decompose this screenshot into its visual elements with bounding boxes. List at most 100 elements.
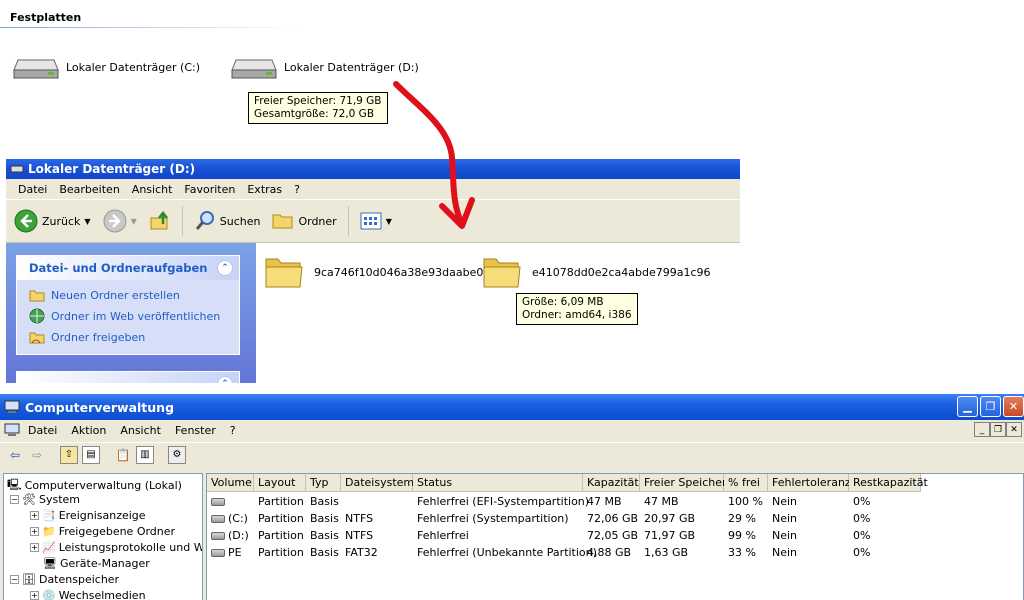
- expand-icon[interactable]: +: [30, 527, 39, 536]
- computer-icon[interactable]: [4, 423, 20, 437]
- collapse-icon[interactable]: −: [10, 575, 19, 584]
- chevron-down-icon[interactable]: ▼: [131, 217, 137, 226]
- close-button[interactable]: ✕: [1003, 396, 1024, 417]
- table-row[interactable]: (C:) Partition Basis NTFS Fehlerfrei (System…: [207, 512, 1023, 528]
- task-new-folder[interactable]: Neuen Ordner erstellen: [17, 285, 239, 305]
- tooltip-size: Größe: 6,09 MB: [522, 296, 604, 308]
- tree-label: Leistungsprotokolle und War: [58, 541, 203, 554]
- console-tree: 🖳 Computerverwaltung (Lokal) − 🛠 System …: [3, 473, 203, 600]
- tree-label: Datenspeicher: [38, 573, 120, 586]
- column-header[interactable]: Kapazität: [583, 474, 640, 492]
- explorer-title: Lokaler Datenträger (D:): [28, 162, 196, 176]
- help-panel-icon[interactable]: ▥: [136, 445, 154, 464]
- cm-menu-bar: Datei Aktion Ansicht Fenster ?: [0, 420, 1024, 440]
- forward-arrow-icon[interactable]: ⇨: [28, 446, 46, 464]
- computer-icon: [4, 400, 20, 413]
- task-publish-web[interactable]: Ordner im Web veröffentlichen: [17, 305, 239, 327]
- tree-item-event-viewer[interactable]: + 📑 Ereignisanzeige: [30, 509, 146, 522]
- column-header[interactable]: Restkapazität: [849, 474, 928, 492]
- tree-item-shared-folders[interactable]: + 📁 Freigegebene Ordner: [30, 525, 175, 538]
- collapse-icon[interactable]: ⌃: [217, 260, 233, 276]
- menu-fenster[interactable]: Fenster: [169, 424, 222, 437]
- task-label: Neuen Ordner erstellen: [51, 288, 180, 302]
- mdi-close-button[interactable]: ✕: [1006, 422, 1022, 437]
- properties-icon[interactable]: 📋: [114, 446, 132, 464]
- table-cell: [207, 495, 228, 508]
- tasks-header[interactable]: Datei- und Ordneraufgaben ⌃: [17, 256, 239, 280]
- tree-item-performance-logs[interactable]: + 📈 Leistungsprotokolle und War: [30, 541, 203, 554]
- expand-icon[interactable]: +: [30, 591, 39, 600]
- collapse-icon[interactable]: ⌃: [217, 376, 233, 383]
- folders-button[interactable]: Ordner: [268, 209, 340, 233]
- up-folder-icon: [150, 210, 168, 230]
- menu-ansicht[interactable]: Ansicht: [126, 183, 179, 196]
- tree-item-removable-media[interactable]: + 💿 Wechselmedien: [30, 589, 146, 600]
- table-row[interactable]: Partition Basis Fehlerfrei (EFI-Systempart…: [207, 495, 1023, 511]
- table-cell: 100 %: [728, 495, 763, 508]
- folder-item[interactable]: e41078dd0e2ca4abde799a1c96: [482, 253, 711, 291]
- table-row[interactable]: (D:) Partition Basis NTFS Fehlerfrei 72,05 GB…: [207, 529, 1023, 545]
- settings-icon[interactable]: ⚙: [168, 445, 186, 464]
- cm-title-bar[interactable]: Computerverwaltung: [0, 394, 1024, 420]
- mdi-restore-button[interactable]: ❐: [990, 422, 1006, 437]
- up-folder-button[interactable]: [145, 208, 175, 234]
- column-header[interactable]: Dateisystem: [341, 474, 414, 492]
- task-label: Ordner freigeben: [51, 330, 146, 344]
- menu-help[interactable]: ?: [288, 183, 306, 196]
- separator: [50, 446, 56, 464]
- tree-item-system[interactable]: − 🛠 System: [10, 493, 80, 506]
- menu-extras[interactable]: Extras: [241, 183, 288, 196]
- folder-name: 9ca746f10d046a38e93daabe08: [314, 265, 491, 279]
- menu-ansicht[interactable]: Ansicht: [114, 424, 167, 437]
- table-cell: Fehlerfrei: [417, 529, 469, 542]
- folder-item[interactable]: 9ca746f10d046a38e93daabe08: [264, 253, 490, 291]
- annotation-arrow: [393, 81, 475, 229]
- menu-favoriten[interactable]: Favoriten: [178, 183, 241, 196]
- explorer-title-bar[interactable]: Lokaler Datenträger (D:): [6, 159, 740, 179]
- search-button[interactable]: Suchen: [190, 208, 265, 234]
- other-places-header[interactable]: ⌃: [17, 372, 239, 383]
- column-header[interactable]: Layout: [254, 474, 306, 492]
- menu-datei[interactable]: Datei: [22, 424, 63, 437]
- column-header[interactable]: Status: [413, 474, 583, 492]
- table-cell: 72,06 GB: [587, 512, 639, 525]
- table-cell: 99 %: [728, 529, 756, 542]
- tree-item-storage[interactable]: − 🗄 Datenspeicher: [10, 573, 119, 586]
- table-cell: 4,88 GB: [587, 546, 632, 559]
- table-cell: PE: [207, 546, 242, 559]
- collapse-icon[interactable]: −: [10, 495, 19, 504]
- chevron-down-icon[interactable]: ▼: [84, 217, 90, 226]
- back-button[interactable]: Zurück ▼: [10, 207, 95, 235]
- column-header[interactable]: Fehlertoleranz: [768, 474, 851, 492]
- table-cell: (D:): [207, 529, 249, 542]
- restore-button[interactable]: ❐: [980, 396, 1001, 417]
- column-header[interactable]: % frei: [724, 474, 768, 492]
- section-title: Festplatten: [10, 11, 82, 24]
- menu-help[interactable]: ?: [224, 424, 242, 437]
- column-header[interactable]: Typ: [306, 474, 341, 492]
- drive-c[interactable]: Lokaler Datenträger (C:): [12, 52, 200, 82]
- table-cell: NTFS: [345, 529, 374, 542]
- back-arrow-icon[interactable]: ⇦: [6, 446, 24, 464]
- back-arrow-icon: [14, 209, 38, 233]
- show-hide-tree-icon[interactable]: ▤: [82, 445, 100, 464]
- forward-button[interactable]: ▼: [99, 207, 141, 235]
- up-level-icon[interactable]: ⇧: [60, 445, 78, 464]
- disk-volume-icon: [211, 549, 225, 557]
- table-cell: Basis: [310, 495, 339, 508]
- hard-drive-icon: [13, 59, 59, 79]
- column-header[interactable]: Volume: [207, 474, 254, 492]
- menu-aktion[interactable]: Aktion: [65, 424, 112, 437]
- minimize-button[interactable]: ▁: [957, 396, 978, 417]
- mdi-minimize-button[interactable]: _: [974, 422, 990, 437]
- expand-icon[interactable]: +: [30, 511, 39, 520]
- column-header[interactable]: Freier Speicher: [640, 474, 727, 492]
- expand-icon[interactable]: +: [30, 543, 39, 552]
- volume-name: (D:): [228, 529, 249, 542]
- task-share-folder[interactable]: Ordner freigeben: [17, 327, 239, 347]
- menu-datei[interactable]: Datei: [12, 183, 53, 196]
- tree-item-device-manager[interactable]: 🖥 Geräte-Manager: [43, 557, 150, 570]
- table-cell: Partition: [258, 546, 304, 559]
- table-row[interactable]: PE Partition Basis FAT32 Fehlerfrei (Unbekan…: [207, 546, 1023, 562]
- menu-bearbeiten[interactable]: Bearbeiten: [53, 183, 125, 196]
